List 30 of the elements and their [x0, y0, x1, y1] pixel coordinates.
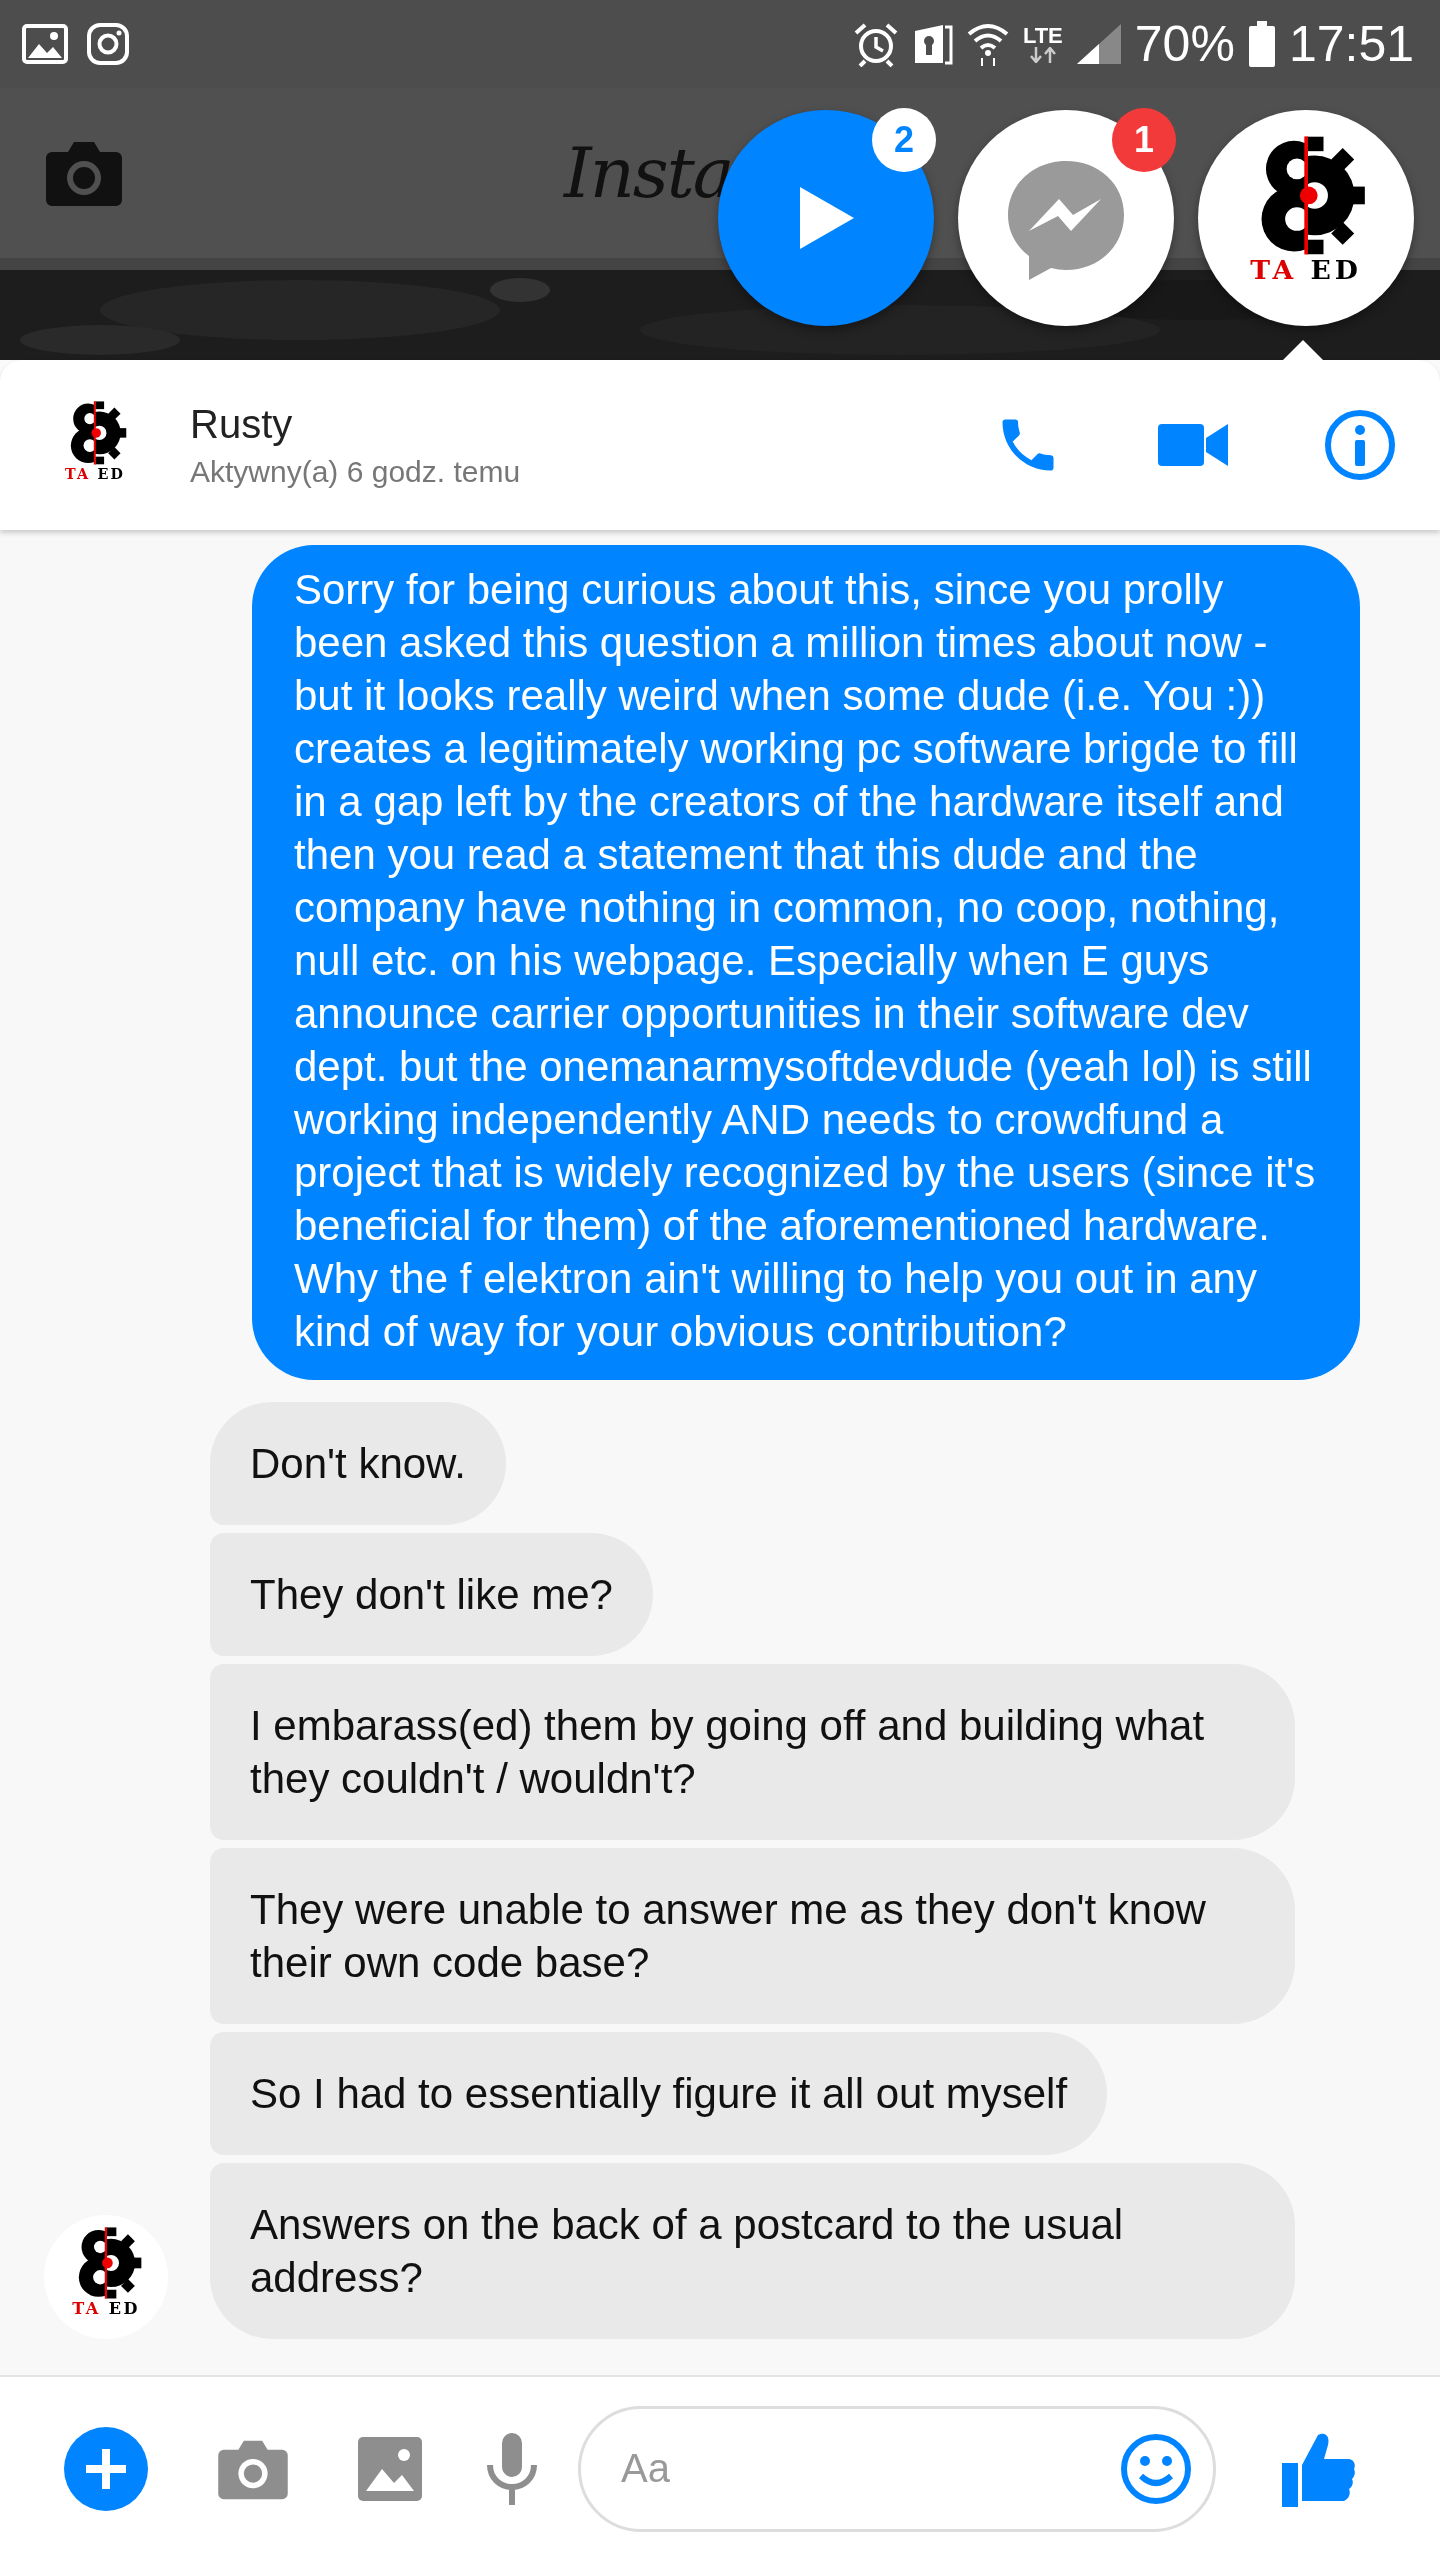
logo-caption: TA ED [72, 2301, 140, 2318]
received-message: I embarass(ed) them by going off and building what they couldn't / wouldn't? [210, 1664, 1295, 1840]
microphone-icon[interactable] [486, 2432, 538, 2505]
active-status: Aktywny(a) 6 godz. temu [190, 454, 522, 489]
received-message: They were unable to answer me as they don't know their own code base? [210, 1848, 1295, 2024]
network-label: LTE [1022, 25, 1063, 47]
video-camera-icon[interactable] [1158, 422, 1228, 468]
signal-icon [1076, 24, 1121, 64]
battery-percent: 70% [1134, 15, 1235, 73]
received-message: So I had to essentially figure it all out myself [210, 2032, 1108, 2155]
logo-caption: TA ED [1250, 256, 1362, 284]
info-icon[interactable] [1324, 409, 1396, 481]
sent-message: Sorry for being curious about this, since you prolly been asked this question a million times about now - but it looks really weird when some dude (i.e. You :)) creates a legitimately working pc software brigde to fill in a gap left by the creators of the hardware itself and then you read a statement that this dude and the company have nothing in common, no coop, nothing, null etc. on his webpage. Especially when E guys announce carrier opportunities in their software dev dept. but the onemanarmysoftdevdude (yeah lol) is still working independently AND needs to crowdfund a project that is widely recognized by the users (since it's beneficial for them) of the aforementioned hardware. Why the f elektron ain't willing to help you out in any kind of way for your obvious contribution? [252, 545, 1360, 1380]
smiley-icon[interactable] [1120, 2432, 1192, 2505]
data-arrows-icon [1027, 47, 1058, 63]
message-field[interactable]: Aa [578, 2405, 1216, 2532]
contact-name: Rusty [190, 401, 294, 447]
lock-icon [912, 23, 953, 65]
camera-outline-icon [86, 22, 130, 66]
wifi-icon [966, 22, 1009, 66]
alarm-clock-icon [852, 21, 899, 67]
received-message: They don't like me? [210, 1533, 653, 1656]
received-message: Don't know. [210, 1402, 506, 1525]
add-icon[interactable] [64, 2426, 148, 2511]
clock-time: 17:51 [1288, 15, 1414, 73]
image-icon [22, 24, 68, 64]
image-icon[interactable] [358, 2436, 422, 2501]
battery-icon [1248, 21, 1275, 67]
logo-caption: TA ED [65, 466, 125, 482]
received-message: Answers on the back of a postcard to the usual address? [210, 2163, 1295, 2339]
